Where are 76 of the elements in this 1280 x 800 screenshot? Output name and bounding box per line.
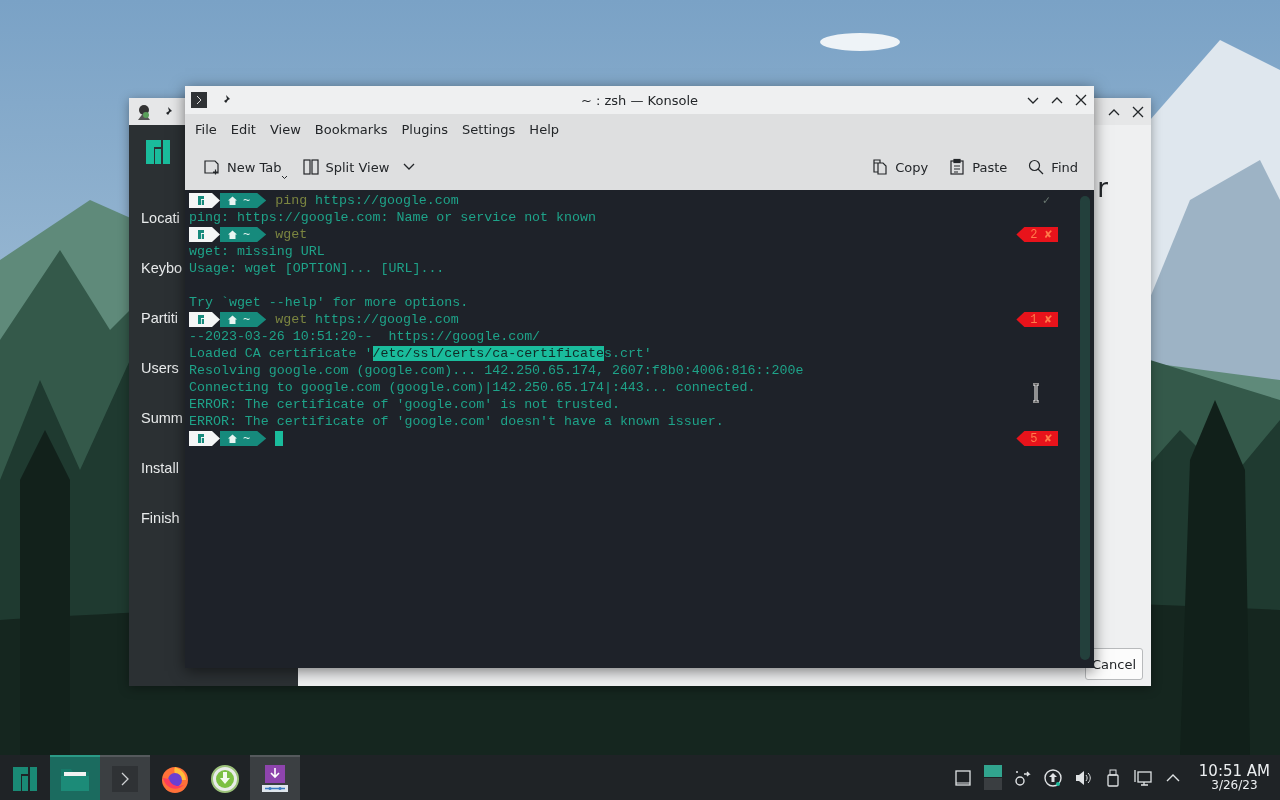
exit-status-badge: 5 ✘ <box>1016 431 1058 446</box>
split-view-button[interactable]: Split View <box>295 154 422 180</box>
installer-icon <box>261 763 289 794</box>
paste-icon <box>948 158 967 176</box>
sidebar-item[interactable]: Install <box>141 459 179 477</box>
paste-button[interactable]: Paste <box>942 154 1014 180</box>
prompt-logo-icon <box>189 193 220 208</box>
window-title: ~ : zsh — Konsole <box>580 92 698 108</box>
menu-item[interactable]: Bookmarks <box>307 121 395 137</box>
clock-date[interactable]: 3/26/23 <box>1211 779 1258 792</box>
home-icon <box>228 434 237 443</box>
page-heading: r <box>1097 173 1108 203</box>
caret-icon <box>280 175 288 180</box>
terminal-output: Try `wget --help' for more options. <box>189 295 469 310</box>
close-button[interactable] <box>1131 104 1145 119</box>
download-icon <box>211 764 239 793</box>
terminal-command: wget https://google.com <box>275 312 459 327</box>
caret-icon <box>403 163 416 171</box>
terminal-output: wget: missing URL <box>189 244 325 259</box>
success-mark: ✓ <box>1042 193 1050 208</box>
copy-button[interactable]: Copy <box>865 154 935 180</box>
update-icon[interactable] <box>1042 767 1063 788</box>
text-cursor-icon <box>1031 383 1041 403</box>
logo-icon <box>12 765 38 792</box>
menu-item[interactable]: Plugins <box>394 121 456 137</box>
logo-icon <box>145 139 171 165</box>
prompt-path: ~ <box>243 431 251 446</box>
terminal-area[interactable] <box>185 190 1094 668</box>
prompt-logo-icon <box>189 227 220 242</box>
terminal-command: ping https://google.com <box>275 193 459 208</box>
menu-item[interactable]: Settings <box>455 121 523 137</box>
exit-status-badge: 1 ✘ <box>1016 312 1058 327</box>
terminal-output: Loaded CA certificate '/etc/ssl/certs/ca-certificates.crt' <box>189 346 652 361</box>
clock-time[interactable]: 10:51 AM <box>1198 763 1270 779</box>
terminal-icon <box>111 764 139 793</box>
prompt-logo-icon <box>189 431 220 446</box>
scrollbar[interactable] <box>1080 196 1090 660</box>
app-icon <box>135 102 153 121</box>
copy-icon <box>871 158 890 176</box>
search-icon <box>1027 158 1046 176</box>
sidebar-item[interactable]: Keybo <box>141 259 183 277</box>
exit-status-badge: 2 ✘ <box>1016 227 1058 242</box>
terminal-command: wget <box>275 227 308 242</box>
close-button[interactable] <box>1074 93 1088 107</box>
window-icon[interactable] <box>952 767 973 788</box>
prompt-path: ~ <box>243 227 251 242</box>
terminal-output: ERROR: The certificate of 'google.com' is not trusted. <box>189 397 620 412</box>
new-tab-icon <box>203 158 221 176</box>
new-tab-button[interactable]: New Tab <box>197 154 288 180</box>
taskbar-app[interactable] <box>250 755 300 800</box>
prompt-path: ~ <box>243 193 251 208</box>
sidebar-item[interactable]: Partiti <box>141 309 179 327</box>
terminal-output: --2023-03-26 10:51:20-- https://google.com/ <box>189 329 541 344</box>
prompt-path: ~ <box>243 312 251 327</box>
menu-item[interactable]: Edit <box>223 121 263 137</box>
terminal-output: Connecting to google.com (google.com)|142.250.65.174|:443... connected. <box>189 380 756 395</box>
monitor-icon[interactable] <box>1132 767 1153 788</box>
split-view-icon <box>301 158 320 176</box>
terminal-output: ERROR: The certificate of 'google.com' doesn't have a known issuer. <box>189 414 724 429</box>
prompt-logo-icon <box>189 312 220 327</box>
sidebar-item[interactable]: Users <box>141 359 179 377</box>
sidebar-item[interactable]: Finish <box>141 509 180 527</box>
terminal-output: Resolving google.com (google.com)... 142.250.65.174, 2607:f8b0:4006:816::200e <box>189 363 804 378</box>
menu-item[interactable]: File <box>188 121 224 137</box>
menu-item[interactable]: Help <box>522 121 566 137</box>
terminal-output: ping: https://google.com: Name or service not known <box>189 210 596 225</box>
terminal-output: Usage: wget [OPTION]... [URL]... <box>189 261 445 276</box>
home-icon <box>228 196 237 205</box>
sidebar-item[interactable]: Locati <box>141 209 180 227</box>
menu-item[interactable]: View <box>262 121 308 137</box>
pager-icon[interactable] <box>982 764 1003 791</box>
home-icon <box>228 230 237 239</box>
terminal-icon <box>191 92 207 108</box>
sidebar-item[interactable]: Summ <box>141 409 183 427</box>
home-icon <box>228 315 237 324</box>
find-button[interactable]: Find <box>1021 154 1084 180</box>
